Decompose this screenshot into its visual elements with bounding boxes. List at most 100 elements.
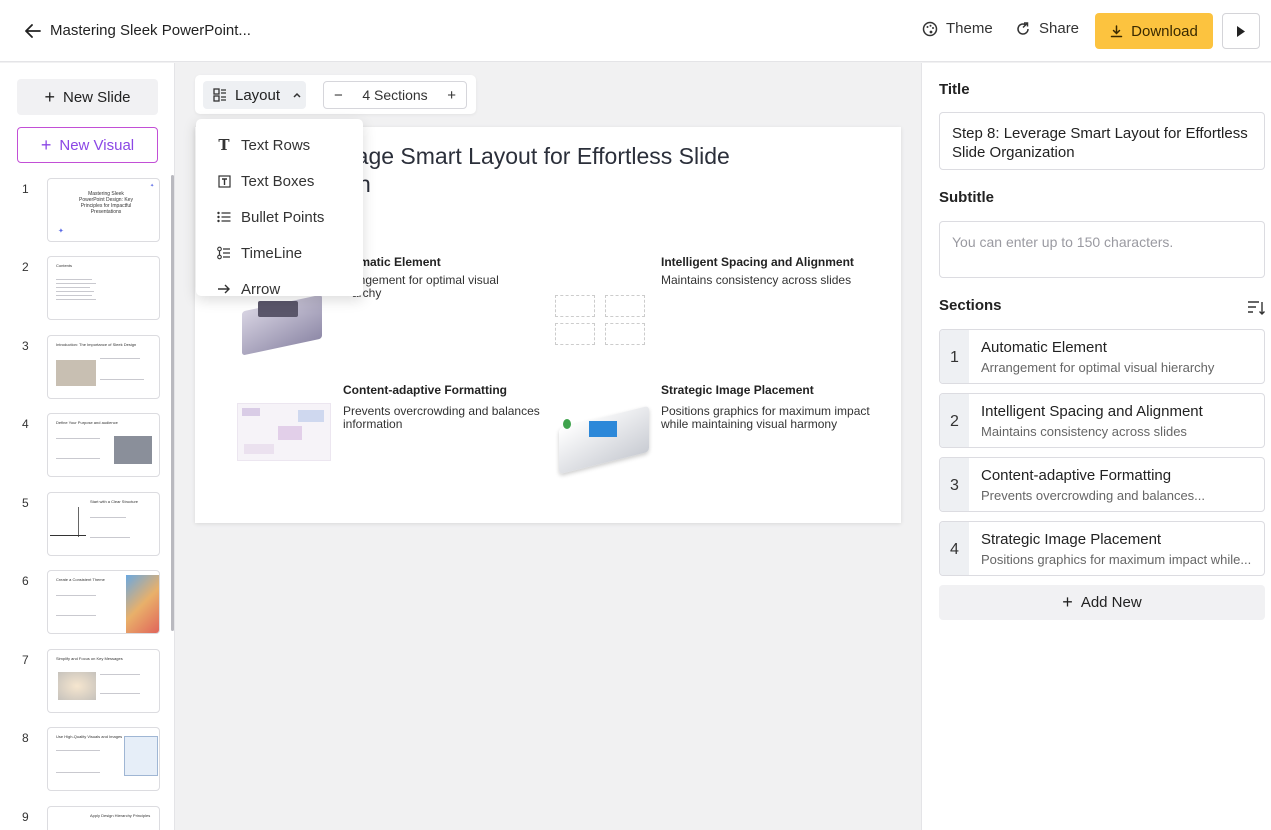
slide-thumbnail-6[interactable]: 6 Create a Consistent Theme bbox=[0, 570, 170, 634]
layout-button[interactable]: Layout bbox=[203, 81, 306, 109]
slide-thumbnail-5[interactable]: 5 Start with a Clear Structure bbox=[0, 492, 170, 556]
subtitle-field-label: Subtitle bbox=[939, 189, 994, 206]
layout-dropdown-menu: T Text Rows Text Boxes Bullet Points Tim… bbox=[196, 119, 363, 296]
thumb-line bbox=[90, 517, 126, 518]
document-title[interactable]: Mastering Sleek PowerPoint... bbox=[50, 22, 251, 39]
increase-sections-button[interactable]: + bbox=[447, 87, 456, 104]
section-3-image bbox=[237, 403, 331, 461]
section-1-heading[interactable]: omatic Element bbox=[352, 255, 441, 269]
thumb-title: Use High-Quality Visuals and Images bbox=[56, 734, 123, 739]
arrow-icon bbox=[217, 284, 231, 294]
new-visual-label: New Visual bbox=[59, 136, 135, 154]
slide-preview: Apply Design Hierarchy Principles bbox=[47, 806, 160, 830]
section-heading: Automatic Element bbox=[981, 339, 1107, 356]
sidebar-scrollbar[interactable] bbox=[171, 175, 174, 631]
slide-preview: Contents bbox=[47, 256, 160, 320]
thumb-title: Start with a Clear Structure bbox=[90, 499, 139, 504]
section-card-2[interactable]: 2 Intelligent Spacing and Alignment Main… bbox=[939, 393, 1265, 448]
thumb-line bbox=[100, 693, 140, 694]
thumb-title: Introduction: The Importance of Sleek De… bbox=[56, 342, 137, 347]
new-slide-button[interactable]: + New Slide bbox=[17, 79, 158, 115]
sort-icon[interactable] bbox=[1247, 300, 1265, 321]
section-4-heading[interactable]: Strategic Image Placement bbox=[661, 383, 814, 397]
section-4-body-line2[interactable]: while maintaining visual harmony bbox=[661, 418, 837, 431]
section-2-heading[interactable]: Intelligent Spacing and Alignment bbox=[661, 255, 854, 269]
slide-thumbnail-2[interactable]: 2 Contents bbox=[0, 256, 170, 320]
thumb-line bbox=[56, 279, 92, 280]
slide-thumbnail-1[interactable]: 1 Mastering Sleek PowerPoint Design: Key… bbox=[0, 178, 170, 242]
slide-number: 9 bbox=[22, 810, 29, 824]
thumb-line bbox=[56, 750, 100, 751]
menu-item-label: Arrow bbox=[241, 280, 281, 297]
section-2-body[interactable]: Maintains consistency across slides bbox=[661, 274, 851, 287]
slide-thumbnail-7[interactable]: 7 Simplify and Focus on Key Messages bbox=[0, 649, 170, 713]
theme-label: Theme bbox=[946, 20, 993, 37]
thumb-line bbox=[50, 535, 86, 536]
back-button[interactable] bbox=[22, 20, 44, 42]
section-number: 2 bbox=[940, 394, 969, 447]
share-label: Share bbox=[1039, 20, 1080, 37]
thumb-line bbox=[100, 674, 140, 675]
text-rows-icon: T bbox=[218, 136, 230, 154]
section-number: 3 bbox=[940, 458, 969, 511]
theme-button[interactable]: Theme bbox=[922, 20, 993, 37]
slide-preview: Introduction: The Importance of Sleek De… bbox=[47, 335, 160, 399]
thumb-title: Define Your Purpose and audience bbox=[56, 420, 118, 425]
thumb-title: Mastering Sleek PowerPoint Design: Key P… bbox=[79, 191, 133, 215]
slide-thumbnail-3[interactable]: 3 Introduction: The Importance of Sleek … bbox=[0, 335, 170, 399]
menu-item-timeline[interactable]: TimeLine bbox=[196, 235, 363, 271]
present-button[interactable] bbox=[1222, 13, 1260, 49]
section-card-3[interactable]: 3 Content-adaptive Formatting Prevents o… bbox=[939, 457, 1265, 512]
thumb-line bbox=[56, 287, 90, 288]
title-field[interactable]: Step 8: Leverage Smart Layout for Effort… bbox=[939, 112, 1265, 170]
top-bar: Mastering Sleek PowerPoint... Theme Shar… bbox=[0, 0, 1271, 62]
slide-thumbnail-9[interactable]: 9 Apply Design Hierarchy Principles bbox=[0, 806, 170, 830]
new-visual-button[interactable]: + New Visual bbox=[17, 127, 158, 163]
thumb-image bbox=[114, 436, 152, 464]
download-button[interactable]: Download bbox=[1095, 13, 1213, 49]
menu-item-text-boxes[interactable]: Text Boxes bbox=[196, 163, 363, 199]
thumb-image bbox=[126, 575, 159, 633]
thumb-title: Create a Consistent Theme bbox=[56, 577, 105, 582]
slide-number: 4 bbox=[22, 417, 29, 431]
section-3-heading[interactable]: Content-adaptive Formatting bbox=[343, 383, 507, 397]
subtitle-field[interactable]: You can enter up to 150 characters. bbox=[939, 221, 1265, 278]
timeline-icon bbox=[217, 246, 231, 260]
section-heading: Strategic Image Placement bbox=[981, 531, 1162, 548]
section-card-4[interactable]: 4 Strategic Image Placement Positions gr… bbox=[939, 521, 1265, 576]
slide-number: 1 bbox=[22, 182, 29, 196]
thumb-line bbox=[56, 295, 92, 296]
slide-title[interactable]: rage Smart Layout for Effortless Slide bbox=[348, 142, 901, 170]
section-4-image bbox=[549, 377, 655, 485]
thumb-line bbox=[100, 358, 140, 359]
section-2-image bbox=[555, 295, 647, 347]
plus-icon: + bbox=[1062, 592, 1073, 612]
menu-item-label: Text Rows bbox=[241, 136, 311, 154]
add-new-section-button[interactable]: + Add New bbox=[939, 585, 1265, 620]
thumb-line bbox=[90, 537, 130, 538]
thumb-image bbox=[56, 360, 96, 386]
properties-panel: Title Step 8: Leverage Smart Layout for … bbox=[921, 63, 1271, 830]
play-icon bbox=[1237, 25, 1245, 37]
slide-thumbnail-4[interactable]: 4 Define Your Purpose and audience bbox=[0, 413, 170, 477]
menu-item-label: TimeLine bbox=[241, 244, 303, 262]
menu-item-text-rows[interactable]: T Text Rows bbox=[196, 127, 363, 163]
thumb-line bbox=[56, 595, 96, 596]
slide-preview: Mastering Sleek PowerPoint Design: Key P… bbox=[47, 178, 160, 242]
thumb-title: Simplify and Focus on Key Messages bbox=[56, 656, 123, 661]
slide-thumbnail-8[interactable]: 8 Use High-Quality Visuals and Images bbox=[0, 727, 170, 791]
menu-item-bullet-points[interactable]: Bullet Points bbox=[196, 199, 363, 235]
sparkle-icon: ✦ bbox=[150, 183, 155, 189]
thumb-line bbox=[56, 615, 96, 616]
section-card-1[interactable]: 1 Automatic Element Arrangement for opti… bbox=[939, 329, 1265, 384]
sections-stepper: − 4 Sections + bbox=[323, 81, 467, 109]
download-icon bbox=[1110, 24, 1123, 37]
section-3-body-line2[interactable]: information bbox=[343, 418, 402, 431]
decrease-sections-button[interactable]: − bbox=[334, 87, 343, 104]
share-button[interactable]: Share bbox=[1015, 20, 1079, 37]
add-new-label: Add New bbox=[1080, 594, 1142, 611]
thumb-line bbox=[100, 379, 144, 380]
sections-label: Sections bbox=[939, 297, 1002, 314]
menu-item-arrow[interactable]: Arrow bbox=[196, 271, 363, 296]
plus-icon: + bbox=[44, 86, 55, 107]
